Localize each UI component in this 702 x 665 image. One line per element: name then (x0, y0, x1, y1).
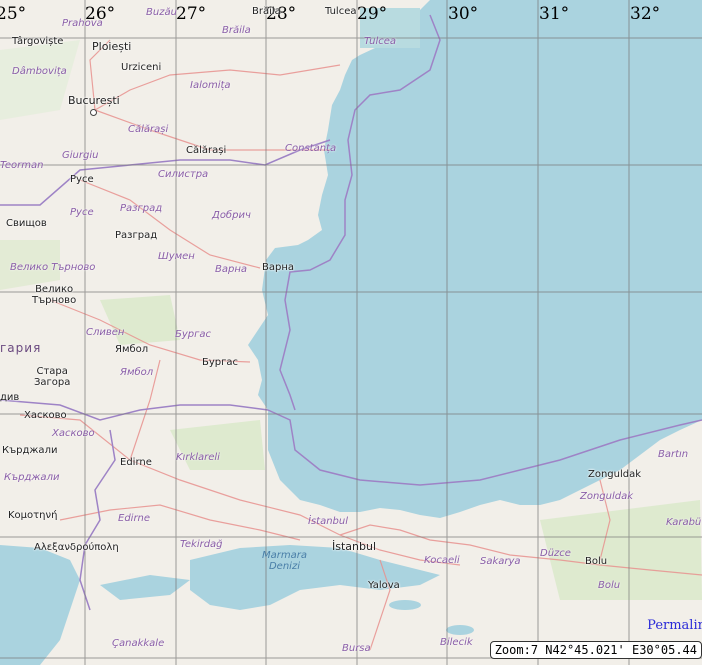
region-prahova: Prahova (62, 18, 103, 29)
city-yambol: Ямбол (115, 344, 149, 355)
city-svishtov: Свищов (6, 218, 47, 229)
city-edirne: Edirne (120, 457, 152, 468)
city-urziceni: Urziceni (121, 62, 162, 73)
region-yambol: Ямбол (120, 367, 154, 378)
region-buzau: Buzău (146, 7, 177, 18)
region-ialomita: Ialomița (190, 80, 231, 91)
region-duzce: Düzce (540, 548, 571, 559)
city-braila: Brăila (252, 6, 281, 17)
city-razgrad: Разград (115, 230, 158, 241)
region-sakarya: Sakarya (480, 556, 521, 567)
region-sliven: Сливен (86, 327, 125, 338)
region-bilecik: Bilecik (440, 637, 473, 648)
region-veliko: Велико Търново (10, 262, 96, 273)
region-calarasi: Călărași (128, 124, 169, 135)
city-stara-zagora: Стара Загора (34, 366, 71, 388)
region-tulcea: Tulcea (364, 36, 396, 47)
region-istanbul: İstanbul (308, 516, 349, 527)
region-haskovo: Хасково (52, 428, 95, 439)
city-bolu: Bolu (585, 556, 608, 567)
capital-marker (90, 109, 97, 116)
city-burgas: Бургас (202, 357, 239, 368)
city-targoviste: Târgoviște (12, 36, 64, 47)
region-kocaeli: Kocaeli (424, 555, 460, 566)
region-dobrich: Добрич (212, 210, 251, 221)
region-burgas: Бургас (175, 329, 212, 340)
region-tekirdag: Tekirdağ (180, 539, 223, 550)
region-zonguldak: Zonguldak (580, 491, 634, 502)
city-istanbul: İstanbul (332, 540, 377, 553)
city-kardzhali: Кърджали (2, 445, 58, 456)
lake (389, 600, 421, 610)
city-zonguldak: Zonguldak (588, 469, 642, 480)
city-tulcea: Tulcea (325, 6, 357, 17)
city-ploiesti: Ploiești (92, 40, 132, 53)
region-kardzhali: Кърджали (4, 472, 60, 483)
region-canakkale: Çanakkale (112, 638, 165, 649)
lake (33, 597, 57, 609)
region-bursa: Bursa (342, 643, 371, 654)
region-teorman: Teorman (0, 160, 44, 171)
city-veliko-tarnovo: Велико Търново (32, 284, 77, 306)
region-varna: Варна (215, 264, 248, 275)
region-shumen: Шумен (158, 251, 195, 262)
region-giurgiu: Giurgiu (62, 150, 99, 161)
region-braila: Brăila (222, 25, 251, 36)
label-marmara: Marmara Denizi (262, 550, 307, 572)
coordinate-readout: Zoom:7 N42°45.021' E30°05.44 (489, 641, 702, 659)
city-calarasi: Călărași (186, 145, 227, 156)
lake (446, 625, 474, 635)
region-dambovita: Dâmbovița (12, 66, 67, 77)
region-bartin: Bartın (658, 449, 689, 460)
city-komotini: Κομοτηνή (8, 510, 58, 521)
region-ruse: Русе (70, 207, 94, 218)
region-bolu: Bolu (598, 580, 621, 591)
region-razgrad: Разград (120, 203, 163, 214)
region-karabuk: Karabü (666, 517, 702, 528)
country-label-bulgaria: гария (0, 341, 42, 355)
city-haskovo: Хасково (24, 410, 67, 421)
region-edirne: Edirne (118, 513, 151, 524)
city-plovdiv-partial: див (0, 392, 20, 403)
permalink-link[interactable]: Permalin (647, 618, 702, 633)
region-silistra: Силистра (158, 169, 209, 180)
region-constanta: Constanța (285, 143, 337, 154)
city-yalova: Yalova (368, 580, 400, 591)
city-ruse: Русе (70, 174, 94, 185)
city-varna: Варна (262, 262, 295, 273)
city-bucuresti: București (68, 94, 120, 107)
region-kirklareli: Kırklareli (176, 452, 220, 463)
city-alexandroupoli: Αλεξανδρούπολη (34, 542, 119, 553)
